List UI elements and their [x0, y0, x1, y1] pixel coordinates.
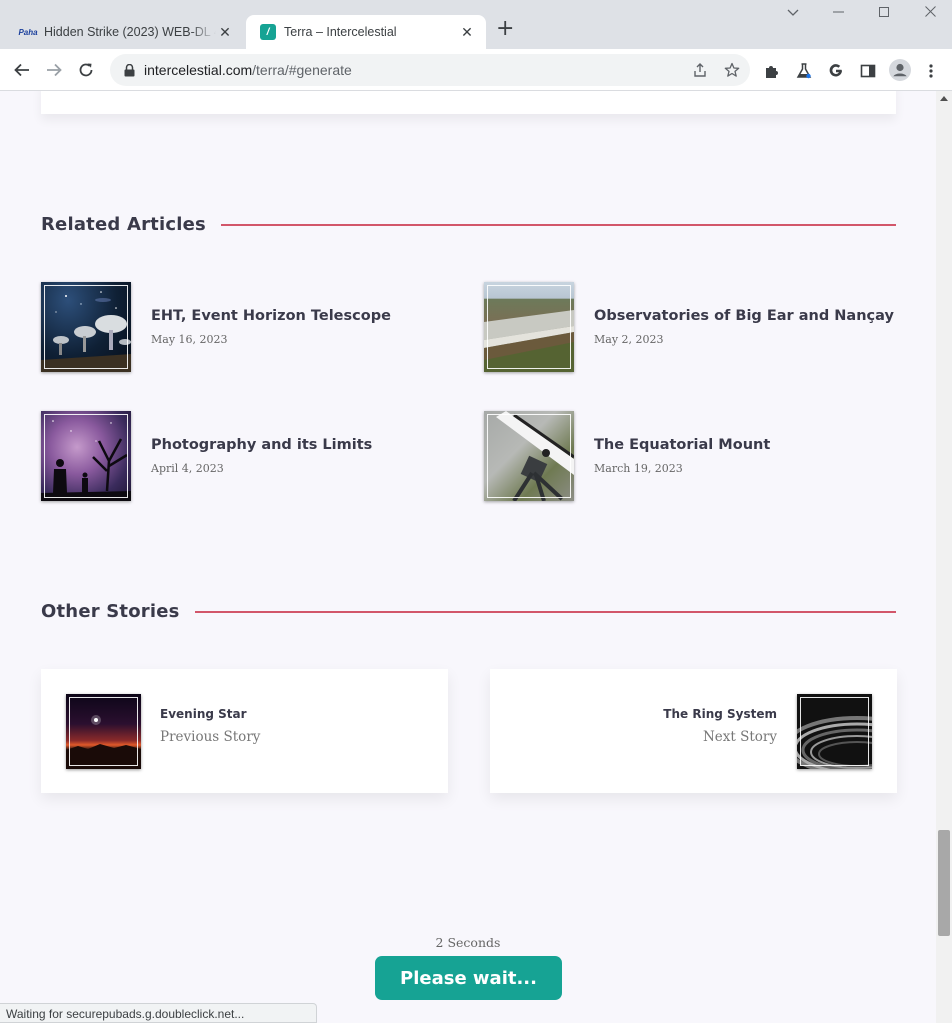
- reload-icon[interactable]: [73, 57, 99, 83]
- related-article-big-ear[interactable]: Observatories of Big Ear and Nançay May …: [484, 282, 894, 372]
- related-articles-title: Related Articles: [41, 214, 206, 235]
- heading-rule: [194, 610, 896, 613]
- countdown-text: 2 Seconds: [435, 935, 501, 950]
- next-story-label[interactable]: Next Story: [703, 729, 777, 745]
- bookmark-star-icon[interactable]: [722, 60, 742, 80]
- tab-title: Hidden Strike (2023) WEB-DL 480p, 720p &…: [44, 25, 216, 39]
- tab-search-chevron-icon[interactable]: [781, 6, 805, 21]
- close-tab-icon[interactable]: ✕: [458, 24, 476, 41]
- kebab-menu-icon[interactable]: [922, 62, 940, 80]
- article-date: April 4, 2023: [151, 462, 224, 475]
- profile-avatar-icon[interactable]: [888, 58, 912, 82]
- other-stories-heading: Other Stories: [41, 601, 896, 622]
- article-date: May 2, 2023: [594, 333, 664, 346]
- minimize-icon[interactable]: [826, 6, 850, 21]
- article-thumbnail-equatorial-mount[interactable]: [484, 411, 574, 501]
- scrollbar-thumb[interactable]: [938, 830, 950, 936]
- story-title[interactable]: The Ring System: [663, 707, 777, 721]
- url-host: intercelestial.com: [144, 62, 253, 78]
- labs-flask-icon[interactable]: [795, 62, 813, 80]
- browser-toolbar: intercelestial.com/terra/#generate: [0, 49, 952, 91]
- terra-favicon-icon: /: [260, 24, 276, 40]
- article-title[interactable]: Observatories of Big Ear and Nançay: [594, 308, 894, 324]
- story-title[interactable]: Evening Star: [160, 707, 247, 721]
- heading-rule: [220, 223, 896, 226]
- address-bar[interactable]: intercelestial.com/terra/#generate: [110, 54, 750, 86]
- scroll-up-arrow-icon[interactable]: [940, 96, 948, 101]
- content-card-bottom-edge: [41, 91, 896, 114]
- url-path: /terra/#generate: [252, 62, 352, 78]
- page-viewport: Related Articles EHT, Event Horizon Tele…: [0, 91, 936, 1023]
- page-scrollbar[interactable]: [936, 91, 952, 1023]
- related-article-eht[interactable]: EHT, Event Horizon Telescope May 16, 202…: [41, 282, 391, 372]
- close-tab-icon[interactable]: ✕: [216, 24, 234, 41]
- article-thumbnail-big-ear[interactable]: [484, 282, 574, 372]
- article-thumbnail-photography[interactable]: [41, 411, 131, 501]
- side-panel-icon[interactable]: [859, 62, 877, 80]
- article-date: March 19, 2023: [594, 462, 683, 475]
- forward-arrow-icon[interactable]: [41, 57, 67, 83]
- article-thumbnail-eht[interactable]: [41, 282, 131, 372]
- close-window-icon[interactable]: [918, 6, 942, 21]
- please-wait-button[interactable]: Please wait...: [375, 956, 562, 1000]
- paha-favicon-icon: Paha: [18, 27, 38, 37]
- related-article-equatorial-mount[interactable]: The Equatorial Mount March 19, 2023: [484, 411, 770, 501]
- status-bubble: Waiting for securepubads.g.doubleclick.n…: [0, 1003, 317, 1023]
- article-title[interactable]: Photography and its Limits: [151, 437, 372, 453]
- tab-strip: Paha Hidden Strike (2023) WEB-DL 480p, 7…: [0, 0, 952, 49]
- article-title[interactable]: EHT, Event Horizon Telescope: [151, 308, 391, 324]
- back-arrow-icon[interactable]: [9, 57, 35, 83]
- previous-story-card[interactable]: Evening Star Previous Story: [41, 669, 448, 793]
- tab-terra[interactable]: / Terra – Intercelestial ✕: [246, 15, 486, 49]
- next-story-card[interactable]: The Ring System Next Story: [490, 669, 897, 793]
- related-articles-heading: Related Articles: [41, 214, 896, 235]
- new-tab-plus-icon[interactable]: +: [496, 17, 514, 41]
- google-g-icon[interactable]: [827, 62, 845, 80]
- related-article-photography[interactable]: Photography and its Limits April 4, 2023: [41, 411, 372, 501]
- maximize-icon[interactable]: [872, 6, 896, 21]
- story-thumbnail-evening-star[interactable]: [66, 694, 141, 769]
- article-date: May 16, 2023: [151, 333, 228, 346]
- article-title[interactable]: The Equatorial Mount: [594, 437, 770, 453]
- tab-hidden-strike[interactable]: Paha Hidden Strike (2023) WEB-DL 480p, 7…: [6, 15, 244, 49]
- extensions-puzzle-icon[interactable]: [763, 62, 781, 80]
- lock-icon[interactable]: [122, 63, 136, 77]
- other-stories-title: Other Stories: [41, 601, 180, 622]
- tab-title: Terra – Intercelestial: [284, 25, 397, 39]
- story-thumbnail-ring-system[interactable]: [797, 694, 872, 769]
- share-icon[interactable]: [690, 60, 710, 80]
- previous-story-label[interactable]: Previous Story: [160, 729, 260, 745]
